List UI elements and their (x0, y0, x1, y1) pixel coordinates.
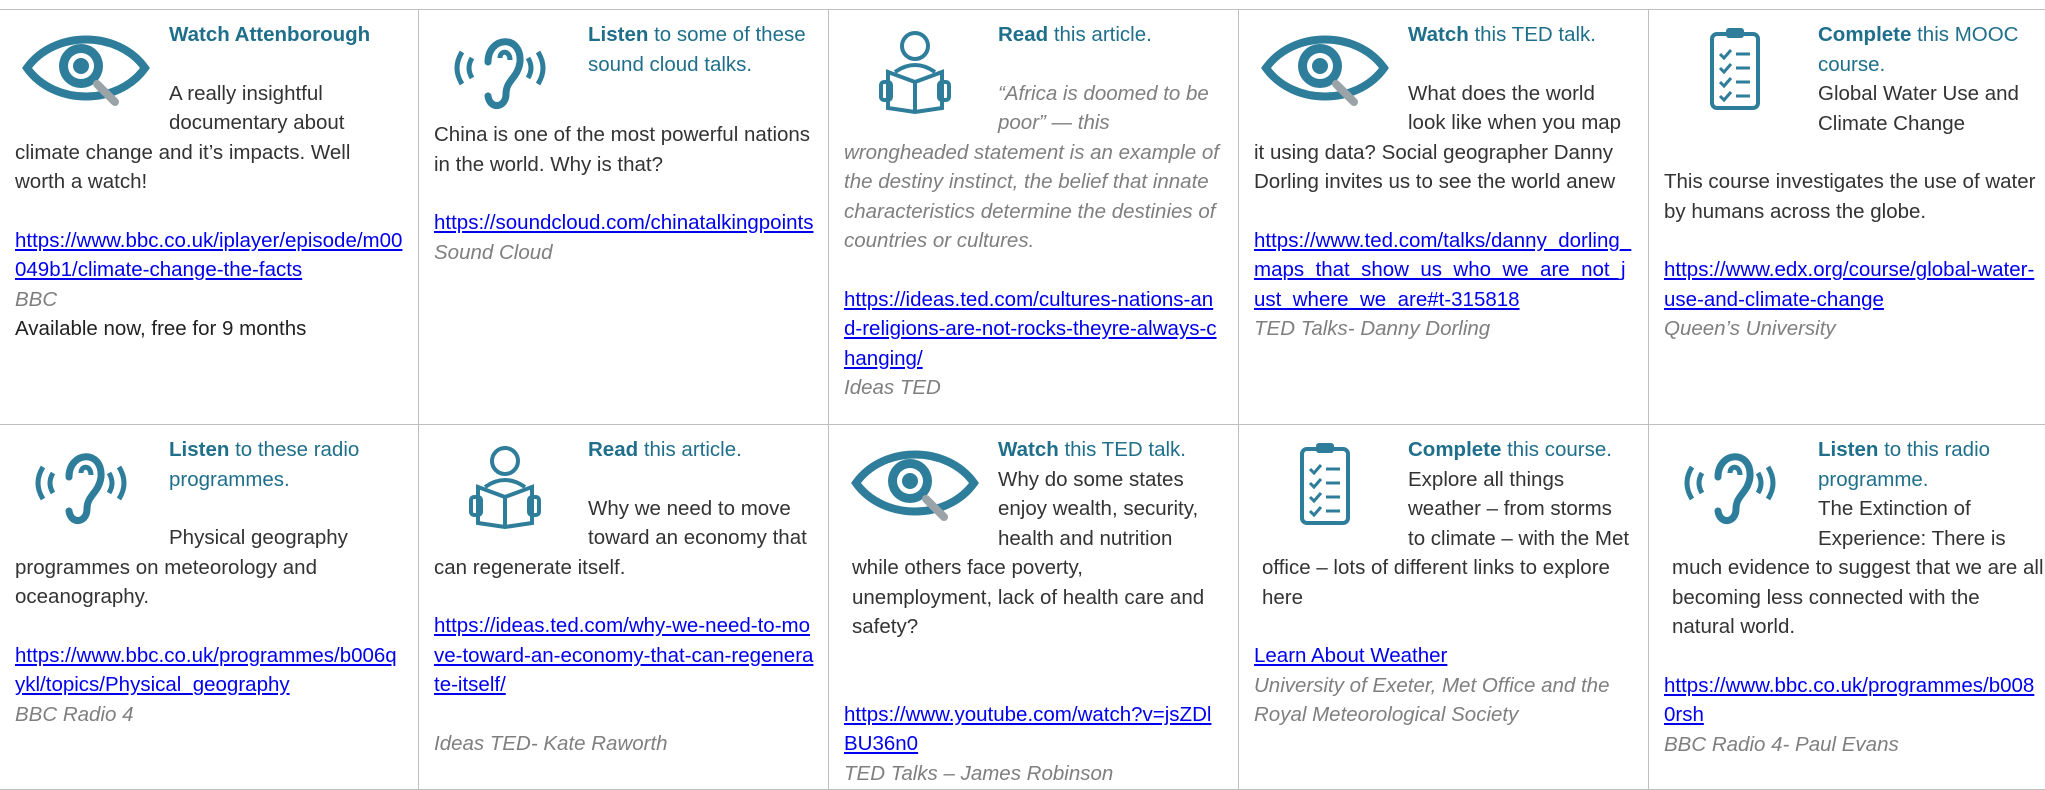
resource-card: Read this article. Why we need to move t… (419, 425, 829, 790)
resource-card: Watch this TED talk. Why do some states … (829, 425, 1239, 790)
ear-icon (1668, 437, 1802, 529)
resource-grid: Watch Attenborough A really insightful d… (0, 9, 2045, 790)
source-label: TED Talks – James Robinson (844, 761, 1114, 785)
resource-card: Listen to some of these sound cloud talk… (419, 10, 829, 425)
source-label: Ideas TED (844, 376, 941, 399)
resource-link[interactable]: https://www.edx.org/course/global-water-… (1664, 255, 2045, 314)
source-label: Queen’s University (1664, 317, 1836, 340)
reader-icon (848, 22, 982, 115)
description: China is one of the most powerful nation… (434, 123, 811, 176)
resource-card: Listen to these radio programmes. Physic… (0, 425, 419, 790)
description: This course investigates the use of wate… (1664, 170, 2036, 223)
clipboard-icon (1668, 22, 1802, 114)
resource-link[interactable]: https://www.bbc.co.uk/programmes/b006qyk… (15, 641, 404, 700)
ear-icon (19, 437, 153, 529)
resource-link[interactable]: https://ideas.ted.com/why-we-need-to-mov… (434, 611, 814, 700)
resource-card: Complete this MOOC course. Global Water … (1649, 10, 2045, 425)
availability-note: Available now, free for 9 months (15, 317, 307, 340)
resource-card: Complete this course. Explore all things… (1239, 425, 1649, 790)
resource-card: Watch this TED talk. What does the world… (1239, 10, 1649, 425)
resource-link[interactable]: https://www.bbc.co.uk/iplayer/episode/m0… (15, 226, 404, 285)
source-label: TED Talks- Danny Dorling (1254, 317, 1491, 340)
resource-link[interactable]: https://www.bbc.co.uk/programmes/b0080rs… (1664, 671, 2045, 730)
resource-link[interactable]: https://ideas.ted.com/cultures-nations-a… (844, 285, 1224, 374)
resource-card: Read this article. “Africa is doomed to … (829, 10, 1239, 425)
source-label: BBC Radio 4- Paul Evans (1664, 732, 1899, 756)
eye-icon (1258, 22, 1392, 114)
resource-link[interactable]: https://soundcloud.com/chinatalkingpoint… (434, 208, 814, 238)
reader-icon (438, 437, 572, 530)
source-label: Ideas TED- Kate Raworth (434, 731, 668, 755)
ear-icon (438, 22, 572, 114)
resource-card: Watch Attenborough A really insightful d… (0, 10, 419, 425)
eye-icon (19, 22, 153, 114)
eye-icon (848, 437, 982, 529)
resource-link[interactable]: https://www.youtube.com/watch?v=jsZDlBU3… (844, 700, 1224, 759)
resource-link[interactable]: Learn About Weather (1254, 641, 1634, 671)
source-label: BBC Radio 4 (15, 702, 134, 726)
source-label: BBC (15, 287, 58, 311)
resource-card: Listen to this radio programme. The Exti… (1649, 425, 2045, 790)
description: Physical geography programmes on meteoro… (15, 526, 348, 608)
source-label: Sound Cloud (434, 240, 553, 264)
resource-link[interactable]: https://www.ted.com/talks/danny_dorling_… (1254, 226, 1634, 315)
source-label: University of Exeter, Met Office and the… (1254, 673, 1610, 727)
clipboard-icon (1258, 437, 1392, 529)
